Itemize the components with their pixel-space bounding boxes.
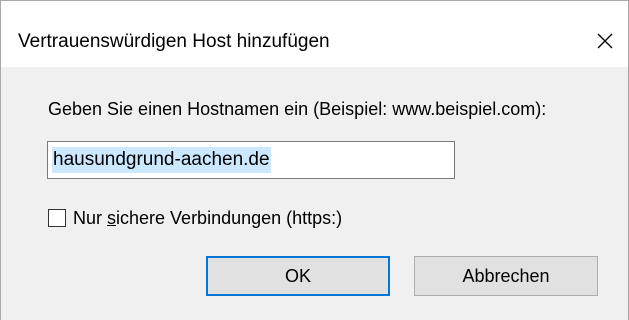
- https-only-option[interactable]: Nur sichere Verbindungen (https:): [48, 206, 342, 230]
- hostname-input-value: hausundgrund-aachen.de: [52, 147, 271, 173]
- cancel-button[interactable]: Abbrechen: [414, 256, 598, 296]
- dialog-title: Vertrauenswürdigen Host hinzufügen: [18, 31, 330, 52]
- close-button[interactable]: [582, 21, 628, 61]
- trusted-host-dialog: Vertrauenswürdigen Host hinzufügen Geben…: [0, 0, 629, 320]
- close-icon: [597, 33, 613, 49]
- hostname-input[interactable]: hausundgrund-aachen.de: [47, 141, 455, 179]
- title-bar: Vertrauenswürdigen Host hinzufügen: [1, 1, 628, 65]
- ok-button[interactable]: OK: [206, 256, 390, 296]
- dialog-body: Geben Sie einen Hostnamen ein (Beispiel:…: [1, 67, 628, 320]
- hostname-prompt: Geben Sie einen Hostnamen ein (Beispiel:…: [48, 99, 547, 119]
- https-only-checkbox[interactable]: [48, 209, 66, 227]
- https-only-label[interactable]: Nur sichere Verbindungen (https:): [73, 208, 342, 229]
